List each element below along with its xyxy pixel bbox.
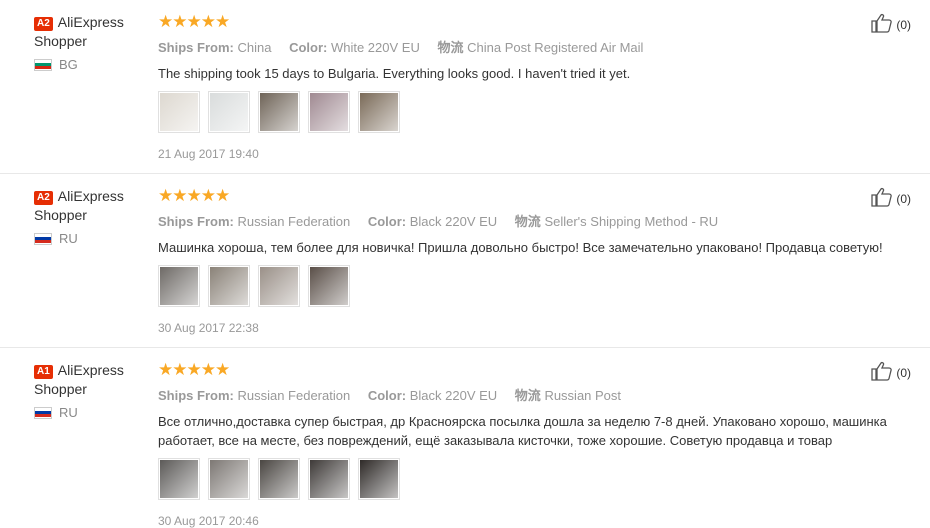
review-photo-thumbnail[interactable]	[258, 265, 300, 307]
review-photos	[158, 91, 910, 133]
review-photo-thumbnail[interactable]	[358, 458, 400, 500]
country-flag-icon	[34, 406, 52, 419]
ships-from-label: Ships From:	[158, 40, 234, 55]
review-photo-thumbnail[interactable]	[158, 91, 200, 133]
reviewer-name-line2: Shopper	[34, 381, 87, 397]
thumbs-up-icon	[871, 361, 896, 384]
logistics-value: Seller's Shipping Method - RU	[544, 214, 719, 229]
country-code: RU	[59, 231, 78, 246]
reviewer-info: A2 AliExpress Shopper RU	[34, 187, 144, 246]
logistics-value: Russian Post	[544, 388, 622, 403]
reviewer-name: AliExpress	[57, 14, 124, 30]
color-value: Black 220V EU	[409, 214, 498, 229]
review-photos	[158, 458, 910, 500]
review-photo-thumbnail[interactable]	[258, 458, 300, 500]
reviewer-info: A1 AliExpress Shopper RU	[34, 361, 144, 420]
review-date: 30 Aug 2017 22:38	[158, 321, 259, 335]
reviewer-name-line2: Shopper	[34, 207, 87, 223]
review-date: 30 Aug 2017 20:46	[158, 514, 259, 528]
review-photo-thumbnail[interactable]	[208, 91, 250, 133]
review-photo-thumbnail[interactable]	[308, 91, 350, 133]
reviewer-country: RU	[34, 231, 144, 246]
reviewer-country: BG	[34, 57, 144, 72]
review-photo-thumbnail[interactable]	[208, 458, 250, 500]
review-text: The shipping took 15 days to Bulgaria. E…	[158, 66, 631, 81]
review-item: A2 AliExpress Shopper BG ★★★★★ Ships From…	[0, 0, 930, 174]
star-rating: ★★★★★	[158, 12, 230, 31]
ships-from-label: Ships From:	[158, 214, 234, 229]
country-code: RU	[59, 405, 78, 420]
reviewer-name: AliExpress	[57, 362, 124, 378]
review-photo-thumbnail[interactable]	[308, 265, 350, 307]
reviewer-country: RU	[34, 405, 144, 420]
review-photos	[158, 265, 910, 307]
thumbs-up-icon	[871, 13, 896, 36]
buyer-level-badge: A1	[34, 365, 53, 379]
review-item: A2 AliExpress Shopper RU ★★★★★ Ships From…	[0, 174, 930, 348]
review-photo-thumbnail[interactable]	[308, 458, 350, 500]
color-label: Color:	[367, 388, 407, 403]
review-photo-thumbnail[interactable]	[208, 265, 250, 307]
review-photo-thumbnail[interactable]	[258, 91, 300, 133]
helpful-button[interactable]: (0)	[871, 13, 911, 36]
buyer-level-badge: A2	[34, 17, 53, 31]
ships-from-value: China	[237, 40, 272, 55]
review-list: A2 AliExpress Shopper BG ★★★★★ Ships From…	[0, 0, 930, 528]
helpful-count: (0)	[896, 17, 911, 32]
review-photo-thumbnail[interactable]	[358, 91, 400, 133]
helpful-count: (0)	[896, 191, 911, 206]
ships-from-label: Ships From:	[158, 388, 234, 403]
reviewer-name: AliExpress	[57, 188, 124, 204]
color-label: Color:	[289, 40, 328, 55]
order-info: Ships From: China Color: White 220V EU 物…	[158, 39, 910, 57]
review-photo-thumbnail[interactable]	[158, 265, 200, 307]
ships-from-value: Russian Federation	[237, 214, 351, 229]
helpful-button[interactable]: (0)	[871, 361, 911, 384]
reviewer-info: A2 AliExpress Shopper BG	[34, 13, 144, 72]
country-flag-icon	[34, 58, 52, 71]
country-flag-icon	[34, 232, 52, 245]
star-rating: ★★★★★	[158, 186, 230, 205]
logistics-label: 物流	[437, 40, 464, 55]
review-content: ★★★★★ Ships From: China Color: White 220…	[158, 13, 910, 161]
review-text: Все отлично,доставка супер быстрая, др К…	[158, 414, 887, 448]
logistics-value: China Post Registered Air Mail	[467, 40, 644, 55]
order-info: Ships From: Russian Federation Color: Bl…	[158, 213, 910, 231]
color-value: Black 220V EU	[409, 388, 498, 403]
logistics-label: 物流	[514, 214, 541, 229]
thumbs-up-icon	[871, 187, 896, 210]
buyer-level-badge: A2	[34, 191, 53, 205]
star-rating: ★★★★★	[158, 360, 230, 379]
country-code: BG	[59, 57, 78, 72]
order-info: Ships From: Russian Federation Color: Bl…	[158, 387, 910, 405]
helpful-button[interactable]: (0)	[871, 187, 911, 210]
review-item: A1 AliExpress Shopper RU ★★★★★ Ships From…	[0, 348, 930, 528]
review-photo-thumbnail[interactable]	[158, 458, 200, 500]
color-label: Color:	[367, 214, 407, 229]
logistics-label: 物流	[514, 388, 541, 403]
helpful-count: (0)	[896, 365, 911, 380]
color-value: White 220V EU	[330, 40, 420, 55]
review-text: Машинка хороша, тем более для новичка! П…	[158, 240, 883, 255]
review-content: ★★★★★ Ships From: Russian Federation Col…	[158, 361, 910, 528]
ships-from-value: Russian Federation	[237, 388, 351, 403]
review-content: ★★★★★ Ships From: Russian Federation Col…	[158, 187, 910, 335]
review-date: 21 Aug 2017 19:40	[158, 147, 259, 161]
reviewer-name-line2: Shopper	[34, 33, 87, 49]
